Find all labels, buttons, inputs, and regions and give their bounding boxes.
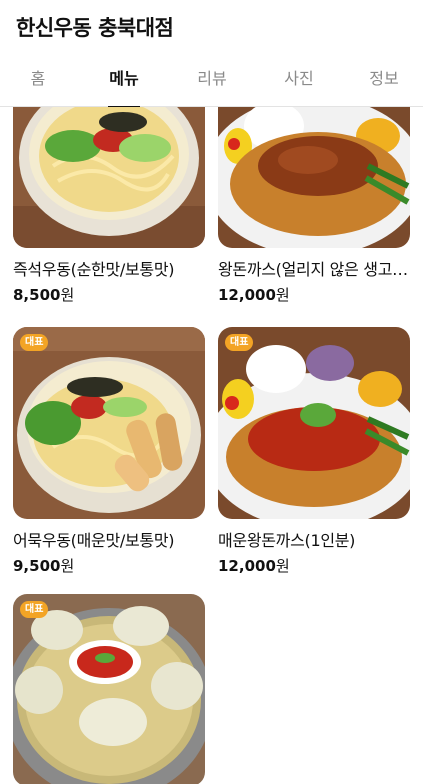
menu-item[interactable]: 대표 — [13, 594, 205, 784]
menu-item-name: 어묵우동(매운맛/보통맛) — [13, 531, 175, 550]
menu-item[interactable]: 즉석우동(순한맛/보통맛) 8,500원 — [13, 107, 205, 305]
menu-item-image[interactable]: 대표 — [13, 594, 205, 784]
menu-item-name: 왕돈까스(얼리지 않은 생고기) — [218, 260, 410, 279]
signature-badge: 대표 — [20, 601, 49, 618]
tab-home[interactable]: 홈 — [0, 52, 80, 107]
dumpling-icon — [13, 594, 205, 784]
menu-item[interactable]: 대표 어묵우동(매운맛/보통맛) 9,500원 — [13, 327, 205, 576]
udon-icon — [13, 107, 205, 248]
menu-item-image[interactable] — [218, 107, 410, 248]
menu-item[interactable]: 왕돈까스(얼리지 않은 생고기) 12,000원 — [218, 107, 410, 305]
menu-item[interactable]: 대표 매운왕돈까스(1인분) 12,000원 — [218, 327, 410, 576]
signature-badge: 대표 — [225, 334, 254, 351]
menu-item-image[interactable]: 대표 — [218, 327, 410, 519]
tab-reviews[interactable]: 리뷰 — [170, 52, 254, 107]
menu-item-price: 9,500원 — [13, 557, 75, 575]
menu-item-image[interactable]: 대표 — [13, 327, 205, 519]
menu-grid: 즉석우동(순한맛/보통맛) 8,500원 왕돈까스(얼리지 않은 생고기) 12… — [0, 107, 423, 784]
menu-item-name: 즉석우동(순한맛/보통맛) — [13, 260, 175, 279]
menu-item-name: 매운왕돈까스(1인분) — [218, 531, 356, 550]
spicy-pork-cutlet-icon — [218, 327, 410, 519]
menu-item-price: 12,000원 — [218, 286, 290, 304]
tab-photos[interactable]: 사진 — [257, 52, 341, 107]
signature-badge: 대표 — [20, 334, 49, 351]
tab-bar: 홈 메뉴 리뷰 사진 정보 — [0, 52, 423, 107]
menu-item-price: 12,000원 — [218, 557, 290, 575]
header: 한신우동 충북대점 — [0, 0, 423, 52]
page-title: 한신우동 충북대점 — [16, 16, 174, 40]
menu-item-price: 8,500원 — [13, 286, 75, 304]
tab-menu[interactable]: 메뉴 — [82, 52, 166, 107]
menu-item-image[interactable] — [13, 107, 205, 248]
fishcake-udon-icon — [13, 327, 205, 519]
tab-info[interactable]: 정보 — [342, 52, 423, 107]
pork-cutlet-icon — [218, 107, 410, 248]
